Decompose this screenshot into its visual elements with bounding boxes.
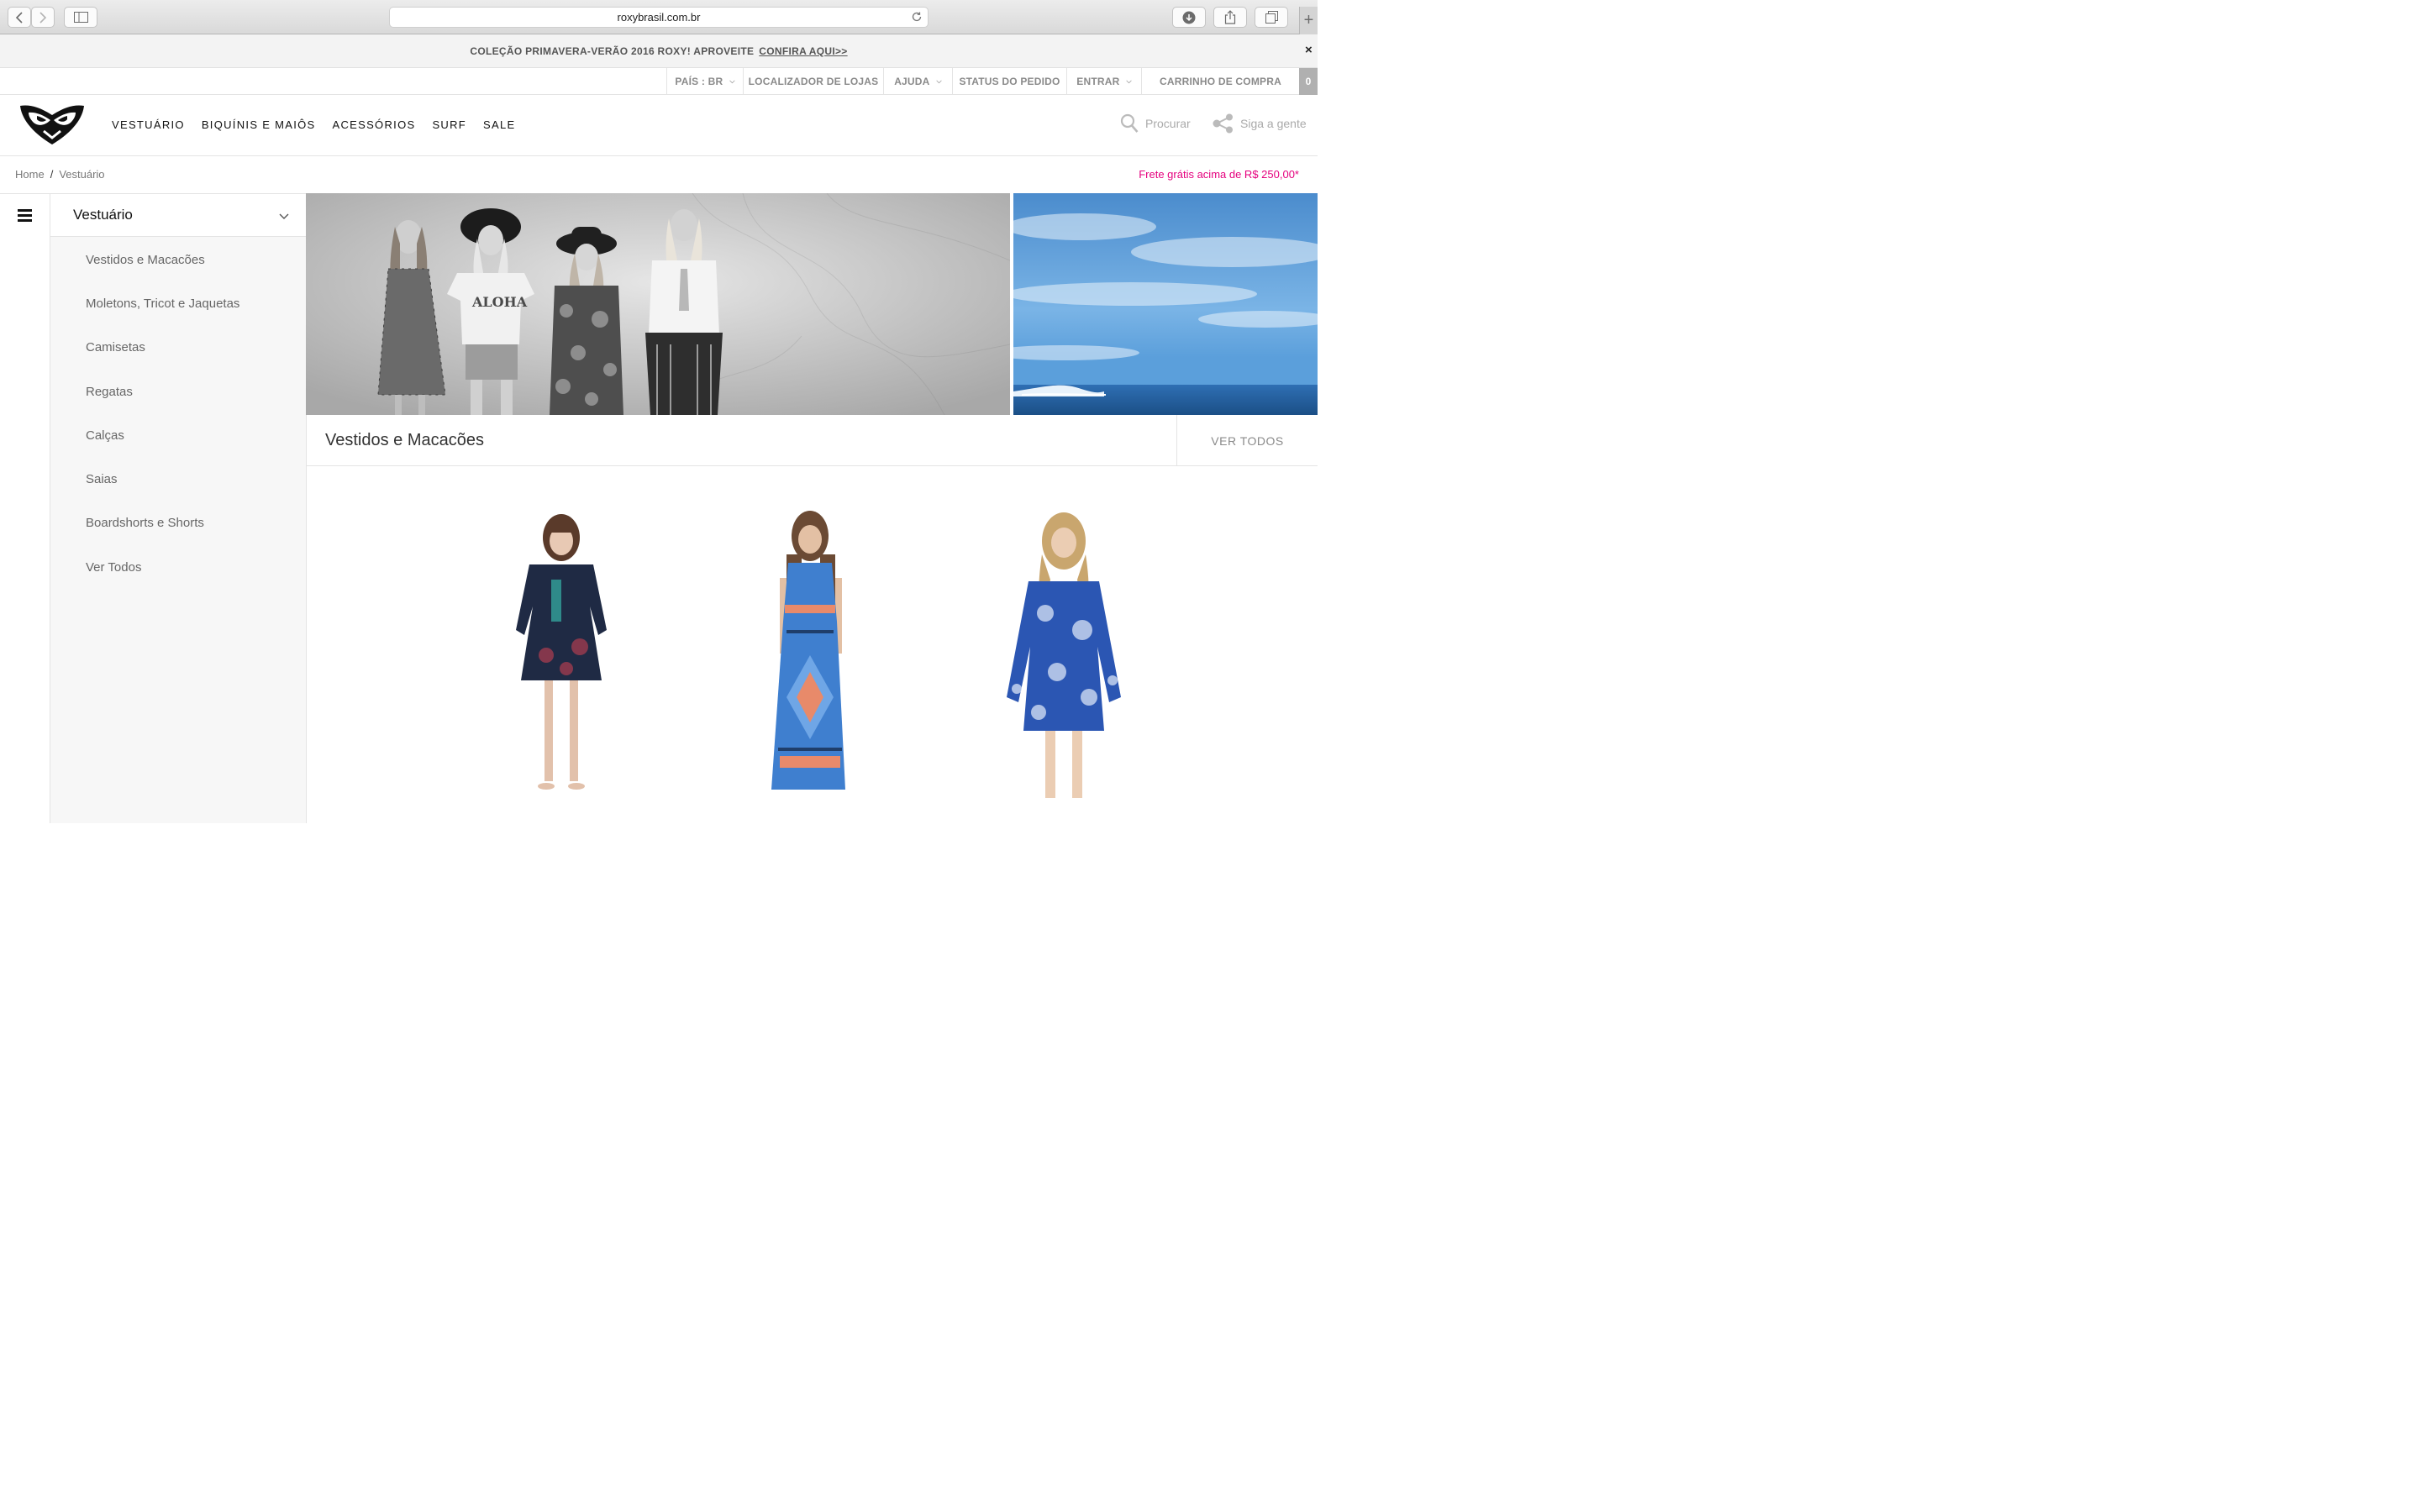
- product-card[interactable]: [995, 504, 1129, 806]
- breadcrumb-separator: /: [50, 168, 54, 181]
- tabs-icon: [1265, 11, 1278, 24]
- utility-nav: PAÍS : BR ⌵ LOCALIZADOR DE LOJAS AJUDA ⌵ S…: [0, 68, 1318, 95]
- menu-rail: [0, 193, 50, 823]
- category-item-vestidos[interactable]: Vestidos e Macacões: [50, 238, 306, 281]
- order-status-link[interactable]: STATUS DO PEDIDO: [952, 68, 1066, 95]
- roxy-logo[interactable]: [18, 104, 86, 150]
- category-list: Vestidos e Macacões Moletons, Tricot e J…: [50, 238, 306, 589]
- free-shipping-note: Frete grátis acima de R$ 250,00*: [1139, 168, 1299, 181]
- follow-us-button[interactable]: Siga a gente: [1213, 113, 1307, 134]
- product-image: [1007, 512, 1121, 798]
- hamburger-icon[interactable]: [18, 209, 32, 224]
- nav-vestuario[interactable]: VESTUÁRIO: [112, 118, 185, 131]
- new-tab-button[interactable]: +: [1299, 7, 1318, 34]
- category-item-boardshorts[interactable]: Boardshorts e Shorts: [50, 501, 306, 545]
- main-nav: VESTUÁRIO BIQUÍNIS E MAIÔS ACESSÓRIOS SU…: [112, 118, 516, 131]
- surf-banner[interactable]: [1013, 193, 1318, 415]
- site-header: VESTUÁRIO BIQUÍNIS E MAIÔS ACESSÓRIOS SU…: [0, 95, 1318, 156]
- chevron-down-icon: ⌵: [936, 77, 942, 85]
- share-icon: [1213, 113, 1233, 134]
- category-item-regatas[interactable]: Regatas: [50, 370, 306, 413]
- category-item-ver-todos[interactable]: Ver Todos: [50, 545, 306, 589]
- address-bar[interactable]: roxybrasil.com.br: [389, 7, 929, 28]
- back-button[interactable]: [8, 7, 31, 28]
- share-icon: [1224, 10, 1236, 24]
- search-label: Procurar: [1145, 117, 1191, 130]
- sidebar-icon: [73, 12, 88, 23]
- reload-icon[interactable]: [911, 11, 923, 25]
- category-header[interactable]: Vestuário: [50, 194, 306, 237]
- product-image: [516, 514, 607, 790]
- downloads-button[interactable]: [1172, 7, 1206, 28]
- ocean-photo: [1013, 193, 1318, 415]
- breadcrumb: Home / Vestuário: [15, 168, 105, 181]
- search-icon: [1120, 113, 1139, 133]
- help-menu[interactable]: AJUDA ⌵: [883, 68, 952, 95]
- category-panel: Vestuário Vestidos e Macacões Moletons, …: [50, 193, 307, 823]
- download-icon: [1182, 11, 1196, 24]
- hero-photo: ALOHA: [306, 193, 1010, 415]
- nav-acessorios[interactable]: ACESSÓRIOS: [332, 118, 415, 131]
- share-button[interactable]: [1213, 7, 1247, 28]
- nav-biquinis-maios[interactable]: BIQUÍNIS E MAIÔS: [202, 118, 316, 131]
- hero-banner[interactable]: ALOHA: [306, 193, 1010, 415]
- follow-label: Siga a gente: [1240, 117, 1307, 130]
- cart-count-badge[interactable]: 0: [1299, 68, 1318, 95]
- cart-link[interactable]: CARRINHO DE COMPRA: [1141, 68, 1299, 95]
- category-item-calcas[interactable]: Calças: [50, 413, 306, 457]
- forward-button[interactable]: [31, 7, 55, 28]
- country-label: PAÍS : BR: [675, 76, 723, 87]
- chevron-down-icon: ⌵: [729, 77, 735, 85]
- help-label: AJUDA: [894, 76, 930, 87]
- product-image: [771, 511, 845, 790]
- chevron-right-icon: [39, 11, 47, 24]
- breadcrumb-home[interactable]: Home: [15, 168, 45, 181]
- plus-icon: +: [1303, 11, 1314, 29]
- nav-sale[interactable]: SALE: [483, 118, 515, 131]
- category-title: Vestuário: [73, 207, 133, 223]
- sidebar-toggle-button[interactable]: [64, 7, 97, 28]
- chevron-left-icon: [15, 11, 23, 24]
- product-card[interactable]: [496, 504, 630, 806]
- category-item-moletons[interactable]: Moletons, Tricot e Jaquetas: [50, 281, 306, 325]
- tshirt-text: ALOHA: [471, 294, 528, 310]
- section-header: Vestidos e Macacões VER TODOS: [306, 415, 1318, 466]
- promo-text: COLEÇÃO PRIMAVERA-VERÃO 2016 ROXY! APROV…: [470, 45, 755, 57]
- tabs-button[interactable]: [1255, 7, 1288, 28]
- section-title: Vestidos e Macacões: [325, 431, 484, 449]
- product-card[interactable]: [746, 504, 881, 806]
- cart-label: CARRINHO DE COMPRA: [1160, 76, 1281, 87]
- store-locator-link[interactable]: LOCALIZADOR DE LOJAS: [743, 68, 883, 95]
- login-label: ENTRAR: [1076, 76, 1120, 87]
- category-item-saias[interactable]: Saias: [50, 457, 306, 501]
- promo-banner: COLEÇÃO PRIMAVERA-VERÃO 2016 ROXY! APROV…: [0, 34, 1318, 68]
- category-item-camisetas[interactable]: Camisetas: [50, 326, 306, 370]
- close-icon[interactable]: ×: [1305, 43, 1313, 57]
- order-status-label: STATUS DO PEDIDO: [959, 76, 1060, 87]
- browser-toolbar: roxybrasil.com.br +: [0, 0, 1318, 34]
- url-text: roxybrasil.com.br: [617, 11, 701, 24]
- search-button[interactable]: Procurar: [1120, 113, 1191, 134]
- nav-surf[interactable]: SURF: [432, 118, 466, 131]
- view-all-button[interactable]: VER TODOS: [1176, 415, 1318, 466]
- login-menu[interactable]: ENTRAR ⌵: [1066, 68, 1141, 95]
- breadcrumb-current[interactable]: Vestuário: [59, 168, 104, 181]
- store-locator-label: LOCALIZADOR DE LOJAS: [748, 76, 879, 87]
- chevron-down-icon: [279, 209, 289, 224]
- chevron-down-icon: ⌵: [1126, 77, 1132, 85]
- country-selector[interactable]: PAÍS : BR ⌵: [666, 68, 743, 95]
- promo-link[interactable]: CONFIRA AQUI>>: [759, 45, 847, 57]
